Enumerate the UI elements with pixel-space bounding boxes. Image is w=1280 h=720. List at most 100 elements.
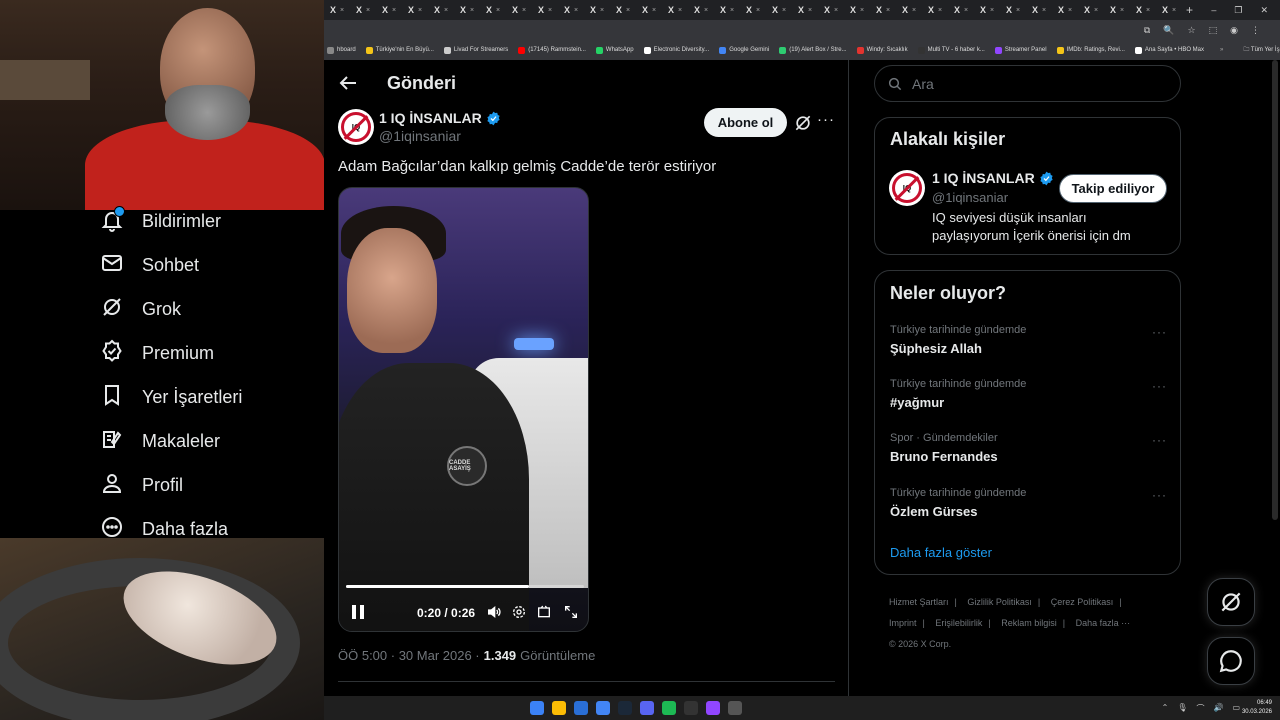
video-player[interactable]: CADDE ASAYİŞ 0:20 / 0:26 — [338, 187, 589, 632]
bookmarks-overflow-icon[interactable]: » — [1220, 47, 1223, 53]
tab-close-icon[interactable]: × — [392, 7, 396, 14]
settings-gear-icon[interactable] — [511, 604, 527, 620]
page-scrollbar[interactable] — [1272, 60, 1278, 520]
related-avatar[interactable]: IQ — [889, 170, 925, 206]
bookmark-item[interactable]: Electronic Diversity... — [643, 46, 709, 54]
bookmark-item[interactable]: Multi TV - 6 haber k... — [917, 46, 985, 54]
kebab-menu-icon[interactable]: ⋮ — [1251, 25, 1260, 36]
browser-tab[interactable]: X × — [974, 0, 1000, 20]
tab-close-icon[interactable]: × — [1016, 7, 1020, 14]
back-arrow-icon[interactable] — [336, 71, 360, 95]
nav-notifications[interactable]: Bildirimler — [100, 206, 221, 235]
footer-link[interactable]: Çerez Politikası — [1051, 597, 1114, 607]
tab-close-icon[interactable]: × — [548, 7, 552, 14]
tab-close-icon[interactable]: × — [366, 7, 370, 14]
bookmark-item[interactable]: (17145) Rammstein... — [518, 46, 586, 54]
browser-tab[interactable]: X × — [870, 0, 896, 20]
bookmark-item[interactable]: Ana Sayfa • HBO Max — [1134, 46, 1204, 54]
browser-tab[interactable]: X × — [1130, 0, 1156, 20]
open-in-app-icon[interactable]: ⧉ — [1144, 25, 1150, 36]
tab-close-icon[interactable]: × — [704, 7, 708, 14]
volume-icon[interactable]: 🔊 — [1213, 703, 1223, 714]
all-bookmarks-folder[interactable]: 🗀 Tüm Yer İşaretleri — [1243, 45, 1280, 55]
bookmark-item[interactable]: Windy: Sıcaklık — [856, 46, 908, 54]
taskbar-app-icon[interactable] — [618, 701, 632, 715]
browser-tab[interactable]: X × — [558, 0, 584, 20]
new-tab-button[interactable]: + — [1186, 3, 1193, 17]
browser-tab[interactable]: X × — [1052, 0, 1078, 20]
nav-grok[interactable]: Grok — [100, 295, 181, 323]
browser-tab[interactable]: X × — [376, 0, 402, 20]
taskbar-app-icon[interactable] — [574, 701, 588, 715]
tab-close-icon[interactable]: × — [470, 7, 474, 14]
tab-close-icon[interactable]: × — [912, 7, 916, 14]
taskbar-clock[interactable]: 06:49 30.03.2026 — [1242, 699, 1272, 717]
browser-tab[interactable]: X × — [610, 0, 636, 20]
bookmark-item[interactable]: Streamer Panel — [994, 46, 1047, 54]
tab-close-icon[interactable]: × — [938, 7, 942, 14]
tab-close-icon[interactable]: × — [860, 7, 864, 14]
taskbar-app-icon[interactable] — [662, 701, 676, 715]
bookmark-item[interactable]: IMDb: Ratings, Revi... — [1056, 46, 1125, 54]
tab-close-icon[interactable]: × — [652, 7, 656, 14]
browser-tab[interactable]: X × — [714, 0, 740, 20]
trend-item[interactable]: Spor · Gündemdekiler Bruno Fernandes ··· — [890, 432, 1167, 464]
more-options-icon[interactable]: ··· — [1152, 488, 1167, 502]
post-timestamp[interactable]: ÖÖ 5:00 · 30 Mar 2026 · — [338, 648, 480, 663]
maximize-icon[interactable]: ❐ — [1234, 5, 1242, 16]
tab-close-icon[interactable]: × — [418, 7, 422, 14]
tab-close-icon[interactable]: × — [1146, 7, 1150, 14]
tab-close-icon[interactable]: × — [574, 7, 578, 14]
close-icon[interactable]: ✕ — [1260, 5, 1268, 16]
tab-close-icon[interactable]: × — [1094, 7, 1098, 14]
browser-tab[interactable]: X × — [1156, 0, 1182, 20]
show-more-link[interactable]: Daha fazla göster — [890, 545, 992, 560]
browser-tab[interactable]: X × — [948, 0, 974, 20]
tab-close-icon[interactable]: × — [1068, 7, 1072, 14]
browser-tab[interactable]: X × — [1026, 0, 1052, 20]
taskbar-app-icon[interactable] — [596, 701, 610, 715]
browser-tab[interactable]: X × — [1078, 0, 1104, 20]
browser-tab[interactable]: X × — [792, 0, 818, 20]
browser-tab[interactable]: X × — [402, 0, 428, 20]
browser-tab[interactable]: X × — [662, 0, 688, 20]
taskbar-app-icon[interactable] — [684, 701, 698, 715]
tab-close-icon[interactable]: × — [444, 7, 448, 14]
browser-tab[interactable]: X × — [688, 0, 714, 20]
tab-close-icon[interactable]: × — [1172, 7, 1176, 14]
subscribe-button[interactable]: Abone ol — [704, 108, 787, 137]
messages-fab-button[interactable] — [1207, 637, 1255, 685]
nav-articles[interactable]: Makaleler — [100, 427, 220, 455]
video-progress-bar[interactable] — [346, 585, 584, 588]
nav-profile[interactable]: Profil — [100, 471, 183, 499]
wifi-icon[interactable]: ⌒ — [1196, 703, 1204, 714]
following-button[interactable]: Takip ediliyor — [1059, 174, 1167, 203]
tab-close-icon[interactable]: × — [834, 7, 838, 14]
taskbar-app-icon[interactable] — [728, 701, 742, 715]
tab-close-icon[interactable]: × — [782, 7, 786, 14]
zoom-icon[interactable]: 🔍 — [1163, 25, 1174, 36]
taskbar-app-icon[interactable] — [530, 701, 544, 715]
browser-tab[interactable]: X × — [454, 0, 480, 20]
browser-tab[interactable]: X × — [740, 0, 766, 20]
tab-close-icon[interactable]: × — [730, 7, 734, 14]
author-name[interactable]: 1 IQ İNSANLAR — [379, 110, 501, 126]
more-options-icon[interactable]: ··· — [1152, 433, 1167, 447]
tab-close-icon[interactable]: × — [756, 7, 760, 14]
browser-tab[interactable]: X × — [844, 0, 870, 20]
trend-item[interactable]: Türkiye tarihinde gündemde Özlem Gürses … — [890, 487, 1167, 519]
profile-icon[interactable]: ◉ — [1230, 25, 1238, 36]
footer-link[interactable]: Gizlilik Politikası — [967, 597, 1032, 607]
grok-fab-button[interactable] — [1207, 578, 1255, 626]
browser-tab[interactable]: X × — [636, 0, 662, 20]
browser-tab[interactable]: X × — [506, 0, 532, 20]
browser-tab[interactable]: X × — [766, 0, 792, 20]
bookmark-item[interactable]: Livad For Streamers — [443, 46, 508, 54]
footer-link[interactable]: Imprint — [889, 618, 917, 628]
tab-close-icon[interactable]: × — [340, 7, 344, 14]
tab-close-icon[interactable]: × — [808, 7, 812, 14]
battery-icon[interactable]: ▭ — [1232, 703, 1240, 714]
browser-tab[interactable]: X × — [324, 0, 350, 20]
mic-icon[interactable]: 🎙 — [1177, 703, 1187, 714]
footer-link[interactable]: Hizmet Şartları — [889, 597, 949, 607]
